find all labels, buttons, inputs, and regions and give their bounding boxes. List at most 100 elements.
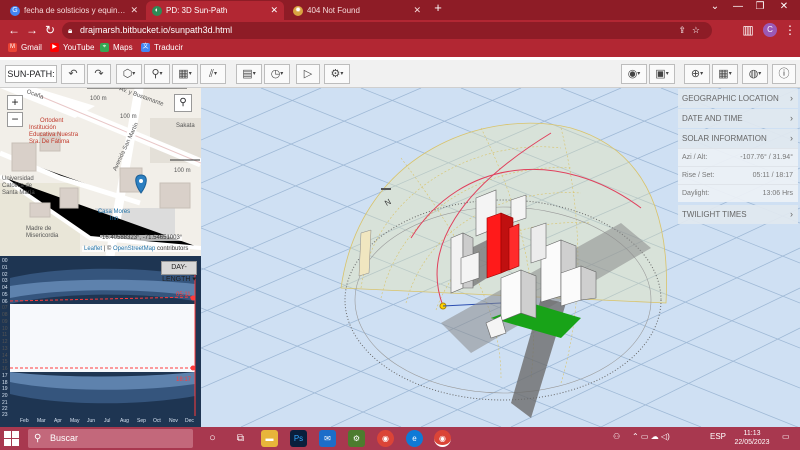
hour-tick: 19 xyxy=(2,386,8,392)
taskbar-search-input[interactable]: ⚲ Buscar xyxy=(28,429,193,448)
location-pin-icon[interactable]: ⚲▾ xyxy=(144,64,170,84)
tab-close-icon[interactable]: ✕ xyxy=(270,5,278,16)
sunpath-favicon-icon: ◐ xyxy=(152,5,162,16)
windows-start-icon[interactable] xyxy=(4,431,20,446)
zoom-out-button[interactable]: − xyxy=(7,112,23,127)
month-tick: Feb xyxy=(20,418,29,424)
google-favicon-icon: G xyxy=(10,5,20,16)
zoom-in-button[interactable]: + xyxy=(7,95,23,110)
month-tick: Aug xyxy=(120,418,129,424)
world-icon[interactable]: ◍▾ xyxy=(742,64,768,84)
hour-tick: 01 xyxy=(2,265,8,271)
file-explorer-icon[interactable]: ▬ xyxy=(261,430,278,447)
geographic-location-section[interactable]: GEOGRAPHIC LOCATION › xyxy=(678,89,798,108)
minimize-button[interactable]: — xyxy=(728,1,748,12)
compass-tick xyxy=(381,188,391,190)
sidebar-icon[interactable]: ▥ xyxy=(740,22,756,38)
chrome-active-icon[interactable]: ◉ xyxy=(434,430,451,447)
kebab-menu-icon[interactable]: ⋮ xyxy=(782,22,798,38)
sunset-time-label: 18:17 xyxy=(176,377,192,383)
people-icon[interactable]: ⚇ xyxy=(613,432,620,441)
date-and-time-section[interactable]: DATE AND TIME › xyxy=(678,109,798,128)
photoshop-icon[interactable]: Ps xyxy=(290,430,307,447)
redo-button[interactable]: ↷ xyxy=(87,64,111,84)
solar-information-section[interactable]: SOLAR INFORMATION › xyxy=(678,129,798,148)
hour-tick: 11 xyxy=(2,332,8,338)
close-window-button[interactable]: ✕ xyxy=(774,1,794,12)
month-tick: Jun xyxy=(87,418,96,424)
tab-search-chevron-icon[interactable]: ⌄ xyxy=(705,1,725,12)
back-arrow-icon[interactable]: ← xyxy=(6,22,22,38)
new-tab-button[interactable]: + xyxy=(428,0,448,15)
month-tick: Nov xyxy=(169,418,178,424)
info-icon[interactable]: ⓘ xyxy=(772,64,796,84)
poi-universidad: Universidad Católica de Santa María xyxy=(2,176,35,196)
clock-time: 11:13 xyxy=(743,430,761,437)
tab-404[interactable]: ✹ 404 Not Found ✕ xyxy=(287,1,427,20)
settings-gear-icon[interactable]: ⚙▾ xyxy=(324,64,350,84)
undo-button[interactable]: ↶ xyxy=(61,64,85,84)
chevron-right-icon: › xyxy=(790,209,793,219)
bookmark-youtube[interactable]: ▶ YouTube xyxy=(50,43,94,52)
osm-link[interactable]: OpenStreetMap xyxy=(113,246,155,252)
cortana-icon[interactable]: ○ xyxy=(204,430,221,447)
tab-sun-path[interactable]: ◐ PD: 3D Sun-Path ✕ xyxy=(146,1,284,20)
translate-icon: 文 xyxy=(141,43,150,52)
reload-icon[interactable]: ↻ xyxy=(42,22,58,38)
notifications-icon[interactable]: ▭ xyxy=(782,432,790,441)
bookmark-gmail[interactable]: M Gmail xyxy=(8,43,42,52)
restore-button[interactable]: ❐ xyxy=(750,1,770,12)
calendar-grid-icon[interactable]: ▦▾ xyxy=(712,64,738,84)
chevron-right-icon: › xyxy=(790,113,793,123)
view-eye-icon[interactable]: ◉▾ xyxy=(621,64,647,84)
tab-fecha-solsticios[interactable]: G fecha de solsticios y equinoccios ✕ xyxy=(4,1,144,20)
attribution-suffix: contributors xyxy=(155,246,189,252)
chrome-icon[interactable]: ◉ xyxy=(377,430,394,447)
location-map[interactable]: Ocaña Av. y Bustamante Avenida San Martí… xyxy=(0,88,201,256)
day-length-dropdown[interactable]: DAY-LENGTH ▾ xyxy=(161,261,197,283)
bookmark-maps[interactable]: ⌖ Maps xyxy=(100,43,133,52)
display-mode-icon[interactable]: ▣▾ xyxy=(649,64,675,84)
scale-label: 100 m xyxy=(120,114,137,120)
section-title: TWILIGHT TIMES xyxy=(682,210,747,219)
play-icon[interactable]: ▷ xyxy=(296,64,320,84)
rise-set-label: Rise / Set: xyxy=(682,172,715,179)
model-cube-icon[interactable]: ⬡▾ xyxy=(116,64,142,84)
gmail-icon: M xyxy=(8,43,17,52)
globe-target-icon[interactable]: ⊕▾ xyxy=(684,64,710,84)
mail-icon[interactable]: ✉ xyxy=(319,430,336,447)
share-icon[interactable]: ⇪ xyxy=(678,25,692,35)
app-title-button[interactable]: SUN-PATH: xyxy=(5,65,57,83)
forward-arrow-icon[interactable]: → xyxy=(24,22,40,38)
azi-alt-label: Azi / Alt: xyxy=(682,154,708,161)
task-view-icon[interactable]: ⧉ xyxy=(232,430,249,447)
clock-icon[interactable]: ◷▾ xyxy=(264,64,290,84)
edge-icon[interactable]: e xyxy=(406,430,423,447)
poi-casa-mores: Casa Mores Inn xyxy=(97,209,131,222)
profile-avatar[interactable]: C xyxy=(763,23,777,37)
bookmark-label: Traducir xyxy=(154,43,184,52)
rise-set-row: Rise / Set: 05:11 / 18:17 xyxy=(678,166,798,184)
map-search-icon[interactable]: ⚲ xyxy=(174,94,192,112)
section-title: DATE AND TIME xyxy=(682,114,743,123)
twilight-times-section[interactable]: TWILIGHT TIMES › xyxy=(678,205,798,224)
calendar-icon[interactable]: ▤▾ xyxy=(236,64,262,84)
hour-tick: 00 xyxy=(2,258,8,264)
chart-icon[interactable]: ⫽▾ xyxy=(200,64,226,84)
tab-title: PD: 3D Sun-Path xyxy=(166,6,228,15)
system-clock[interactable]: 11:13 22/05/2023 xyxy=(732,429,772,447)
poi-ortodent: Ortodent xyxy=(40,118,64,124)
leaflet-link[interactable]: Leaflet xyxy=(84,246,102,252)
tab-close-icon[interactable]: ✕ xyxy=(130,5,138,16)
settings-app-icon[interactable]: ⚙ xyxy=(348,430,365,447)
grid-icon[interactable]: ▦▾ xyxy=(172,64,198,84)
star-icon[interactable]: ☆ xyxy=(692,25,706,35)
tray-icons[interactable]: ⌃ ▭ ☁ ◁) xyxy=(632,432,670,441)
bookmark-label: YouTube xyxy=(63,43,95,52)
tab-close-icon[interactable]: ✕ xyxy=(413,5,421,16)
poi-madre: Madre de Misericordia xyxy=(26,226,59,239)
bookmark-traducir[interactable]: 文 Traducir xyxy=(141,43,183,52)
language-indicator[interactable]: ESP xyxy=(710,432,726,441)
bookmark-label: Gmail xyxy=(21,43,42,52)
url-field[interactable]: 🔒︎ drajmarsh.bitbucket.io/sunpath3d.html… xyxy=(62,22,712,39)
